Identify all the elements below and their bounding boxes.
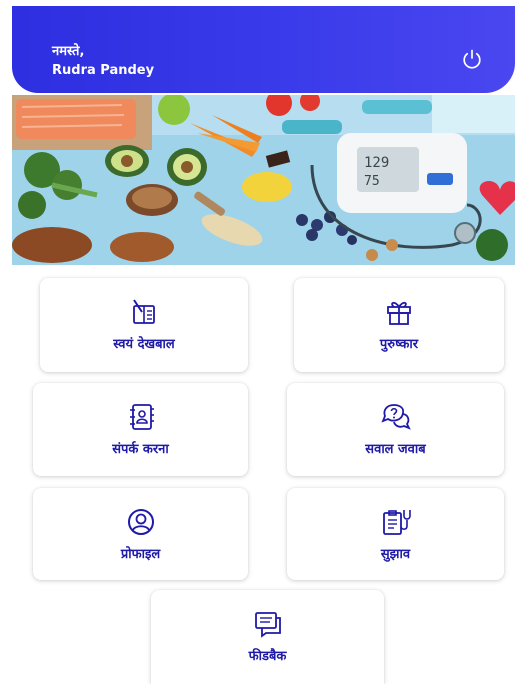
app-screen: नमस्ते, Rudra Pandey 129 75 स्वयं देखबाल… [0, 0, 517, 684]
qa-card[interactable]: सवाल जवाब [287, 383, 504, 476]
svg-text:129: 129 [364, 155, 389, 171]
feedback-label: फीडबैक [248, 649, 287, 664]
self-care-card[interactable]: स्वयं देखबाल [40, 278, 248, 372]
question-chat-icon [380, 404, 411, 430]
profile-card[interactable]: प्रोफाइल [33, 488, 248, 580]
power-icon[interactable] [459, 46, 485, 72]
suggestion-card[interactable]: सुझाव [287, 488, 504, 580]
suggestion-label: सुझाव [380, 547, 411, 562]
profile-icon [127, 509, 154, 535]
svg-text:75: 75 [364, 174, 380, 189]
header-bar: नमस्ते, Rudra Pandey [12, 6, 515, 93]
rewards-card[interactable]: पुरुष्कार [294, 278, 504, 372]
feedback-card[interactable]: फीडबैक [151, 590, 384, 684]
health-banner-image: 129 75 [12, 95, 515, 265]
clipboard-stethoscope-icon [382, 510, 411, 535]
rewards-label: पुरुष्कार [379, 337, 419, 352]
feedback-icon [254, 612, 281, 638]
notebook-pen-icon [133, 299, 155, 324]
contact-book-icon [129, 404, 154, 430]
contact-card[interactable]: संपर्क करना [33, 383, 248, 476]
qa-label: सवाल जवाब [365, 442, 426, 457]
user-name: Rudra Pandey [52, 63, 155, 78]
profile-label: प्रोफाइल [120, 547, 161, 562]
gift-icon [387, 301, 411, 325]
greeting-text: नमस्ते, [52, 44, 85, 59]
self-care-label: स्वयं देखबाल [113, 337, 175, 352]
contact-label: संपर्क करना [112, 442, 169, 457]
